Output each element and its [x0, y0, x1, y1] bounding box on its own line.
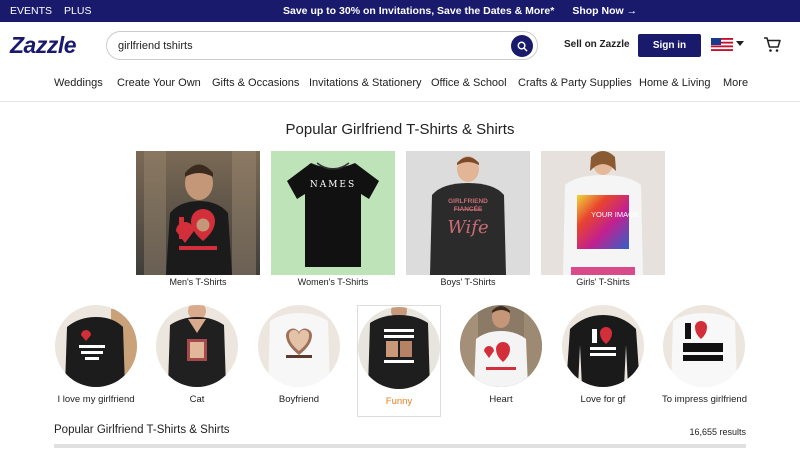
shirt-print-text: NAMES — [310, 180, 356, 190]
search-input[interactable]: girlfriend tshirts — [106, 31, 538, 60]
style-thumbnail — [460, 305, 542, 387]
sign-in-button[interactable]: Sign in — [638, 34, 701, 57]
category-label: Girls' T-Shirts — [576, 277, 630, 287]
style-to-impress-girlfriend[interactable]: To impress girlfriend — [662, 305, 747, 405]
site-header: Zazzle girlfriend tshirts Sell on Zazzle… — [0, 22, 800, 68]
style-label: Funny — [385, 396, 413, 407]
style-thumbnail — [562, 305, 644, 387]
nav-weddings[interactable]: Weddings — [54, 77, 103, 89]
nav-invitations-stationery[interactable]: Invitations & Stationery — [309, 77, 422, 89]
vneck-shirt-photo-image — [168, 305, 226, 387]
nav-crafts-party[interactable]: Crafts & Party Supplies — [518, 77, 632, 89]
girls-shirt-icon: YOUR IMAGE — [563, 151, 643, 275]
shirt-print-text-3: Wife — [447, 217, 488, 238]
results-divider — [54, 444, 746, 448]
sell-on-zazzle-link[interactable]: Sell on Zazzle — [564, 39, 630, 50]
boys-shirt-icon: GIRLFRIEND FIANCÉE Wife — [430, 156, 506, 275]
results-count: 16,655 results — [689, 427, 746, 437]
chevron-down-icon — [736, 41, 744, 46]
womens-shirt-icon: NAMES — [287, 162, 379, 267]
nav-office-school[interactable]: Office & School — [431, 77, 507, 89]
black-shirt-cat-image — [65, 309, 137, 387]
style-label: Heart — [489, 394, 513, 405]
style-heart[interactable]: Heart — [459, 305, 543, 405]
style-thumbnail — [258, 305, 340, 387]
style-thumbnail — [55, 305, 137, 387]
style-love-for-gf[interactable]: Love for gf — [561, 305, 645, 405]
category-card-womens[interactable]: NAMES Women's T-Shirts — [271, 151, 395, 287]
page-title: Popular Girlfriend T-Shirts & Shirts — [285, 121, 515, 138]
events-link[interactable]: EVENTS — [10, 5, 52, 17]
category-label: Women's T-Shirts — [297, 277, 369, 287]
nav-create-your-own[interactable]: Create Your Own — [117, 77, 201, 89]
category-card-girls[interactable]: YOUR IMAGE Girls' T-Shirts — [541, 151, 665, 287]
category-label: Men's T-Shirts — [169, 277, 227, 287]
womens-tshirt-image: NAMES — [271, 151, 395, 275]
nav-gifts-occasions[interactable]: Gifts & Occasions — [212, 77, 299, 89]
category-label: Boys' T-Shirts — [440, 277, 496, 287]
white-shirt-i-love-my-image — [671, 313, 737, 387]
cart-button[interactable] — [763, 36, 783, 54]
white-shirt-man-image — [460, 305, 542, 387]
shirt-print-text-1: GIRLFRIEND — [448, 198, 488, 205]
style-label: Boyfriend — [278, 394, 320, 405]
style-i-love-my-girlfriend[interactable]: I love my girlfriend — [54, 305, 138, 405]
country-selector[interactable] — [711, 33, 751, 55]
shop-now-link[interactable]: Shop Now → — [572, 5, 637, 17]
style-thumbnail — [358, 307, 440, 389]
style-label: Cat — [189, 394, 205, 405]
us-flag-icon — [711, 37, 733, 51]
nav-home-living[interactable]: Home & Living — [639, 77, 711, 89]
style-cat[interactable]: Cat — [155, 305, 239, 405]
boys-tshirt-image: GIRLFRIEND FIANCÉE Wife — [406, 151, 530, 275]
results-header: Popular Girlfriend T-Shirts & Shirts 16,… — [54, 424, 746, 448]
shirt-print-text-2: FIANCÉE — [454, 204, 483, 213]
cart-icon — [764, 37, 781, 52]
white-shirt-heart-image — [268, 313, 330, 387]
search-icon — [517, 41, 528, 52]
black-shirt-funny-image — [368, 307, 430, 389]
style-label: I love my girlfriend — [57, 394, 135, 405]
style-boyfriend[interactable]: Boyfriend — [257, 305, 341, 405]
style-label: Love for gf — [580, 394, 626, 405]
man-shirt-icon — [136, 151, 260, 275]
promo-message[interactable]: Save up to 30% on Invitations, Save the … — [283, 5, 554, 17]
plus-link[interactable]: PLUS — [64, 5, 91, 17]
style-thumbnail — [663, 305, 745, 387]
style-funny[interactable]: Funny — [357, 305, 441, 417]
category-card-boys[interactable]: GIRLFRIEND FIANCÉE Wife Boys' T-Shirts — [406, 151, 530, 287]
mens-tshirt-image — [136, 151, 260, 275]
style-thumbnail — [156, 305, 238, 387]
search-button[interactable] — [511, 35, 533, 57]
style-label: To impress girlfriend — [662, 394, 747, 405]
search-value: girlfriend tshirts — [118, 39, 193, 52]
category-card-mens[interactable]: Men's T-Shirts — [136, 151, 260, 287]
main-nav: Weddings Create Your Own Gifts & Occasio… — [0, 68, 800, 102]
promo-bar: EVENTS PLUS Save up to 30% on Invitation… — [0, 0, 800, 22]
nav-more[interactable]: More — [723, 77, 748, 89]
girls-tshirt-image: YOUR IMAGE — [541, 151, 665, 275]
results-heading: Popular Girlfriend T-Shirts & Shirts — [54, 424, 230, 436]
shirt-print-text: YOUR IMAGE — [591, 210, 639, 219]
zazzle-logo[interactable]: Zazzle — [10, 32, 77, 59]
longsleeve-shirt-image — [566, 315, 640, 387]
